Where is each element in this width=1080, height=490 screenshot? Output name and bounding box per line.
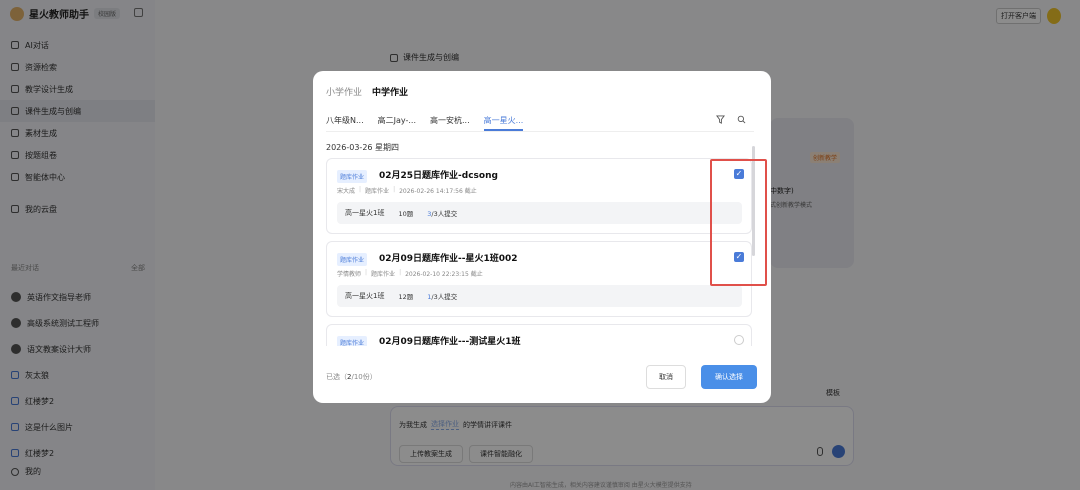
filter-icon[interactable] (716, 115, 725, 124)
homework-type-tag: 题库作业 (337, 336, 368, 346)
question-count: 10题 (398, 210, 414, 218)
meta-separator: | (365, 269, 368, 276)
homework-type-tag: 题库作业 (337, 253, 368, 266)
submit-stat: 3/3人提交 (427, 208, 457, 218)
homework-type: 题库作业 (365, 188, 390, 195)
deadline: 2026-02-10 22:23:15 截止 (405, 271, 483, 278)
divider (326, 131, 754, 132)
deadline: 2026-02-26 14:17:56 截止 (399, 188, 477, 195)
class-tab-active[interactable]: 高一星火... (483, 115, 524, 131)
homework-card[interactable]: 题库作业 02月09日题库作业--星火1班002 学情教师 | 题库作业 | 202… (326, 241, 752, 317)
selected-suffix: /10份） (351, 373, 377, 381)
class-tab[interactable]: 八年级N... (326, 115, 364, 131)
selection-summary: 已选（2/10份） (326, 372, 377, 382)
submit-total: /3人提交 (431, 293, 458, 301)
class-tabs: 八年级N... 高二Jay-... 高一安杭... 高一星火... (326, 115, 524, 131)
homework-meta: 学情教师 | 题库作业 | 2026-02-10 22:23:15 截止 (337, 269, 483, 278)
submit-stat: 1/3人提交 (427, 291, 457, 301)
tab-primary-homework[interactable]: 小学作业 (326, 85, 362, 98)
meta-separator: | (393, 186, 396, 193)
homework-type-tag: 题库作业 (337, 170, 368, 183)
homework-title: 02月09日题库作业--星火1班002 (379, 254, 518, 264)
homework-card[interactable]: 题库作业 02月25日题库作业-dcsong 宋大成 | 题库作业 | 2026-0… (326, 158, 752, 234)
homework-select-dialog: 小学作业 中学作业 八年级N... 高二Jay-... 高一安杭... 高一星火… (313, 71, 771, 403)
homework-card[interactable]: 题库作业 02月09日题库作业---测试星火1班 (326, 324, 752, 346)
homework-title: 02月09日题库作业---测试星火1班 (379, 337, 521, 346)
submit-total: /3人提交 (431, 210, 458, 218)
meta-separator: | (359, 186, 362, 193)
class-name: 高一星火1班 (345, 209, 385, 217)
class-tab[interactable]: 高一安杭... (430, 115, 470, 131)
question-count: 12题 (398, 293, 414, 301)
class-stat-row: 高一星火1班 10题 3/3人提交 (337, 202, 742, 224)
select-checkbox[interactable] (734, 335, 744, 345)
class-name: 高一星火1班 (345, 292, 385, 300)
meta-separator: | (399, 269, 402, 276)
homework-meta: 宋大成 | 题库作业 | 2026-02-26 14:17:56 截止 (337, 186, 477, 195)
cancel-button[interactable]: 取消 (646, 365, 686, 389)
homework-list: 题库作业 02月25日题库作业-dcsong 宋大成 | 题库作业 | 2026-0… (326, 158, 754, 346)
teacher-name: 学情教师 (337, 271, 362, 278)
homework-title: 02月25日题库作业-dcsong (379, 171, 498, 181)
selected-prefix: 已选（ (326, 373, 347, 381)
class-tab[interactable]: 高二Jay-... (378, 115, 416, 131)
date-header: 2026-03-26 星期四 (326, 143, 400, 152)
search-icon[interactable] (737, 115, 746, 124)
confirm-button[interactable]: 确认选择 (701, 365, 757, 389)
class-stat-row: 高一星火1班 12题 1/3人提交 (337, 285, 742, 307)
tab-middle-homework[interactable]: 中学作业 (372, 85, 408, 98)
teacher-name: 宋大成 (337, 188, 356, 195)
checkbox-highlight-annotation (710, 159, 767, 286)
homework-type: 题库作业 (371, 271, 396, 278)
level-tabs: 小学作业 中学作业 (326, 85, 408, 98)
